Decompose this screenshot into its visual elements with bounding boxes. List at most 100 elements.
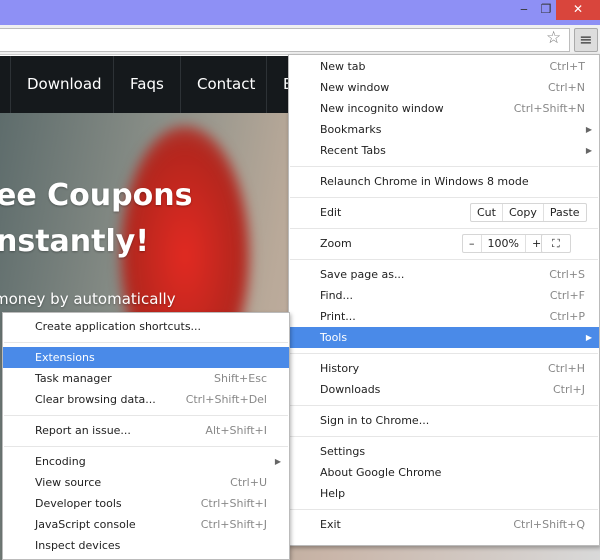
menu-item-recent-tabs[interactable]: Recent Tabs ▶ [289, 140, 599, 161]
menu-separator [289, 400, 599, 410]
menu-separator [289, 192, 599, 202]
address-bar[interactable] [0, 28, 570, 52]
hamburger-icon: ≡ [579, 30, 593, 49]
title-bar: ‒ ❐ ✕ [0, 0, 600, 25]
menu-item-encoding[interactable]: Encoding ▶ [3, 451, 289, 472]
menu-item-shortcut: Ctrl+J [552, 383, 585, 396]
menu-item-shortcut: Ctrl+F [549, 289, 585, 302]
menu-item-label: Recent Tabs [320, 144, 386, 157]
menu-item-label: Save page as... [320, 268, 405, 281]
menu-item-label: Inspect devices [35, 539, 121, 552]
menu-item-report-an-issue[interactable]: Report an issue... Alt+Shift+I [3, 420, 289, 441]
menu-item-javascript-console[interactable]: JavaScript console Ctrl+Shift+J [3, 514, 289, 535]
menu-item-new-window[interactable]: New window Ctrl+N [289, 77, 599, 98]
menu-item-relaunch-chrome-in-windows-8-mode[interactable]: Relaunch Chrome in Windows 8 mode [289, 171, 599, 192]
menu-item-label: Encoding [35, 455, 86, 468]
menu-item-label: Tools [320, 331, 348, 344]
browser-toolbar: ☆ ≡ [0, 25, 600, 55]
menu-item-shortcut: Shift+Esc [214, 372, 267, 385]
zoom-controls: –100% + [462, 234, 549, 253]
menu-item-view-source[interactable]: View source Ctrl+U [3, 472, 289, 493]
menu-item-label: Help [320, 487, 346, 500]
menu-item-label: JavaScript console [35, 518, 136, 531]
chevron-right-icon: ▶ [585, 146, 592, 155]
menu-item-label: Zoom [320, 237, 352, 250]
menu-item-downloads[interactable]: Downloads Ctrl+J [289, 379, 599, 400]
edit-button-group: Cut Copy Paste [470, 203, 587, 222]
menu-item-label: New tab [320, 60, 366, 73]
menu-item-print[interactable]: Print... Ctrl+P [289, 306, 599, 327]
menu-item-zoom[interactable]: Zoom –100% + ⛶ [289, 233, 599, 254]
menu-item-shortcut: Ctrl+H [547, 362, 585, 375]
chevron-right-icon: ▶ [274, 457, 281, 466]
menu-item-shortcut: Ctrl+P [549, 310, 585, 323]
menu-item-edit[interactable]: Edit Cut Copy Paste [289, 202, 599, 223]
menu-item-bookmarks[interactable]: Bookmarks ▶ [289, 119, 599, 140]
menu-item-label: Relaunch Chrome in Windows 8 mode [320, 175, 529, 188]
menu-item-shortcut: Ctrl+Shift+N [513, 102, 585, 115]
menu-item-sign-in-to-chrome[interactable]: Sign in to Chrome... [289, 410, 599, 431]
menu-separator [3, 441, 289, 451]
menu-item-label: Edit [320, 206, 342, 219]
menu-item-label: Settings [320, 445, 366, 458]
menu-item-clear-browsing-data[interactable]: Clear browsing data... Ctrl+Shift+Del [3, 389, 289, 410]
menu-item-settings[interactable]: Settings [289, 441, 599, 462]
menu-item-tools[interactable]: Tools ▶ [289, 327, 599, 348]
chevron-right-icon: ▶ [585, 333, 592, 342]
menu-item-extensions[interactable]: Extensions [3, 347, 289, 368]
menu-item-exit[interactable]: Exit Ctrl+Shift+Q [289, 514, 599, 535]
menu-item-help[interactable]: Help [289, 483, 599, 504]
menu-item-new-incognito-window[interactable]: New incognito window Ctrl+Shift+N [289, 98, 599, 119]
hero-subtext: money by automatically [0, 290, 176, 308]
fullscreen-icon: ⛶ [552, 237, 560, 250]
copy-button[interactable]: Copy [501, 204, 543, 221]
menu-item-task-manager[interactable]: Task manager Shift+Esc [3, 368, 289, 389]
hero-heading: ee Coupons [0, 178, 193, 213]
close-button[interactable]: ✕ [556, 0, 600, 20]
paste-button[interactable]: Paste [542, 204, 586, 221]
cut-button[interactable]: Cut [471, 204, 502, 221]
menu-item-developer-tools[interactable]: Developer tools Ctrl+Shift+I [3, 493, 289, 514]
menu-item-save-page-as[interactable]: Save page as... Ctrl+S [289, 264, 599, 285]
zoom-out-button[interactable]: – [463, 235, 481, 252]
menu-separator [289, 348, 599, 358]
menu-separator [289, 161, 599, 171]
menu-item-inspect-devices[interactable]: Inspect devices [3, 535, 289, 556]
menu-item-shortcut: Alt+Shift+I [205, 424, 267, 437]
menu-item-label: Downloads [320, 383, 381, 396]
menu-item-label: Task manager [35, 372, 112, 385]
fullscreen-button[interactable]: ⛶ [541, 234, 571, 253]
menu-item-find[interactable]: Find... Ctrl+F [289, 285, 599, 306]
menu-item-history[interactable]: History Ctrl+H [289, 358, 599, 379]
menu-item-new-tab[interactable]: New tab Ctrl+T [289, 56, 599, 77]
star-icon[interactable]: ☆ [546, 28, 561, 48]
nav-download[interactable]: Download [10, 56, 118, 113]
menu-item-shortcut: Ctrl+N [547, 81, 585, 94]
menu-item-label: Developer tools [35, 497, 122, 510]
menu-item-label: Sign in to Chrome... [320, 414, 430, 427]
menu-item-label: Print... [320, 310, 356, 323]
menu-item-about-google-chrome[interactable]: About Google Chrome [289, 462, 599, 483]
nav-contact[interactable]: Contact [180, 56, 271, 113]
menu-item-label: New window [320, 81, 390, 94]
menu-item-label: New incognito window [320, 102, 444, 115]
nav-faqs[interactable]: Faqs [113, 56, 180, 113]
chevron-right-icon: ▶ [585, 125, 592, 134]
minimize-button[interactable]: ‒ [512, 0, 536, 20]
menu-item-create-application-shortcuts[interactable]: Create application shortcuts... [3, 316, 289, 337]
menu-item-label: Report an issue... [35, 424, 131, 437]
menu-item-shortcut: Ctrl+Shift+Q [513, 518, 585, 531]
chrome-menu-button[interactable]: ≡ [574, 28, 598, 52]
menu-item-shortcut: Ctrl+T [549, 60, 585, 73]
menu-separator [3, 410, 289, 420]
menu-separator [289, 223, 599, 233]
menu-item-label: Bookmarks [320, 123, 382, 136]
maximize-button[interactable]: ❐ [536, 0, 556, 20]
menu-item-label: Extensions [35, 351, 95, 364]
menu-item-label: History [320, 362, 360, 375]
menu-item-label: About Google Chrome [320, 466, 442, 479]
menu-item-shortcut: Ctrl+Shift+Del [185, 393, 267, 406]
menu-item-label: View source [35, 476, 102, 489]
tools-submenu: Create application shortcuts... Extension… [2, 312, 290, 560]
zoom-level: 100% [480, 235, 525, 252]
